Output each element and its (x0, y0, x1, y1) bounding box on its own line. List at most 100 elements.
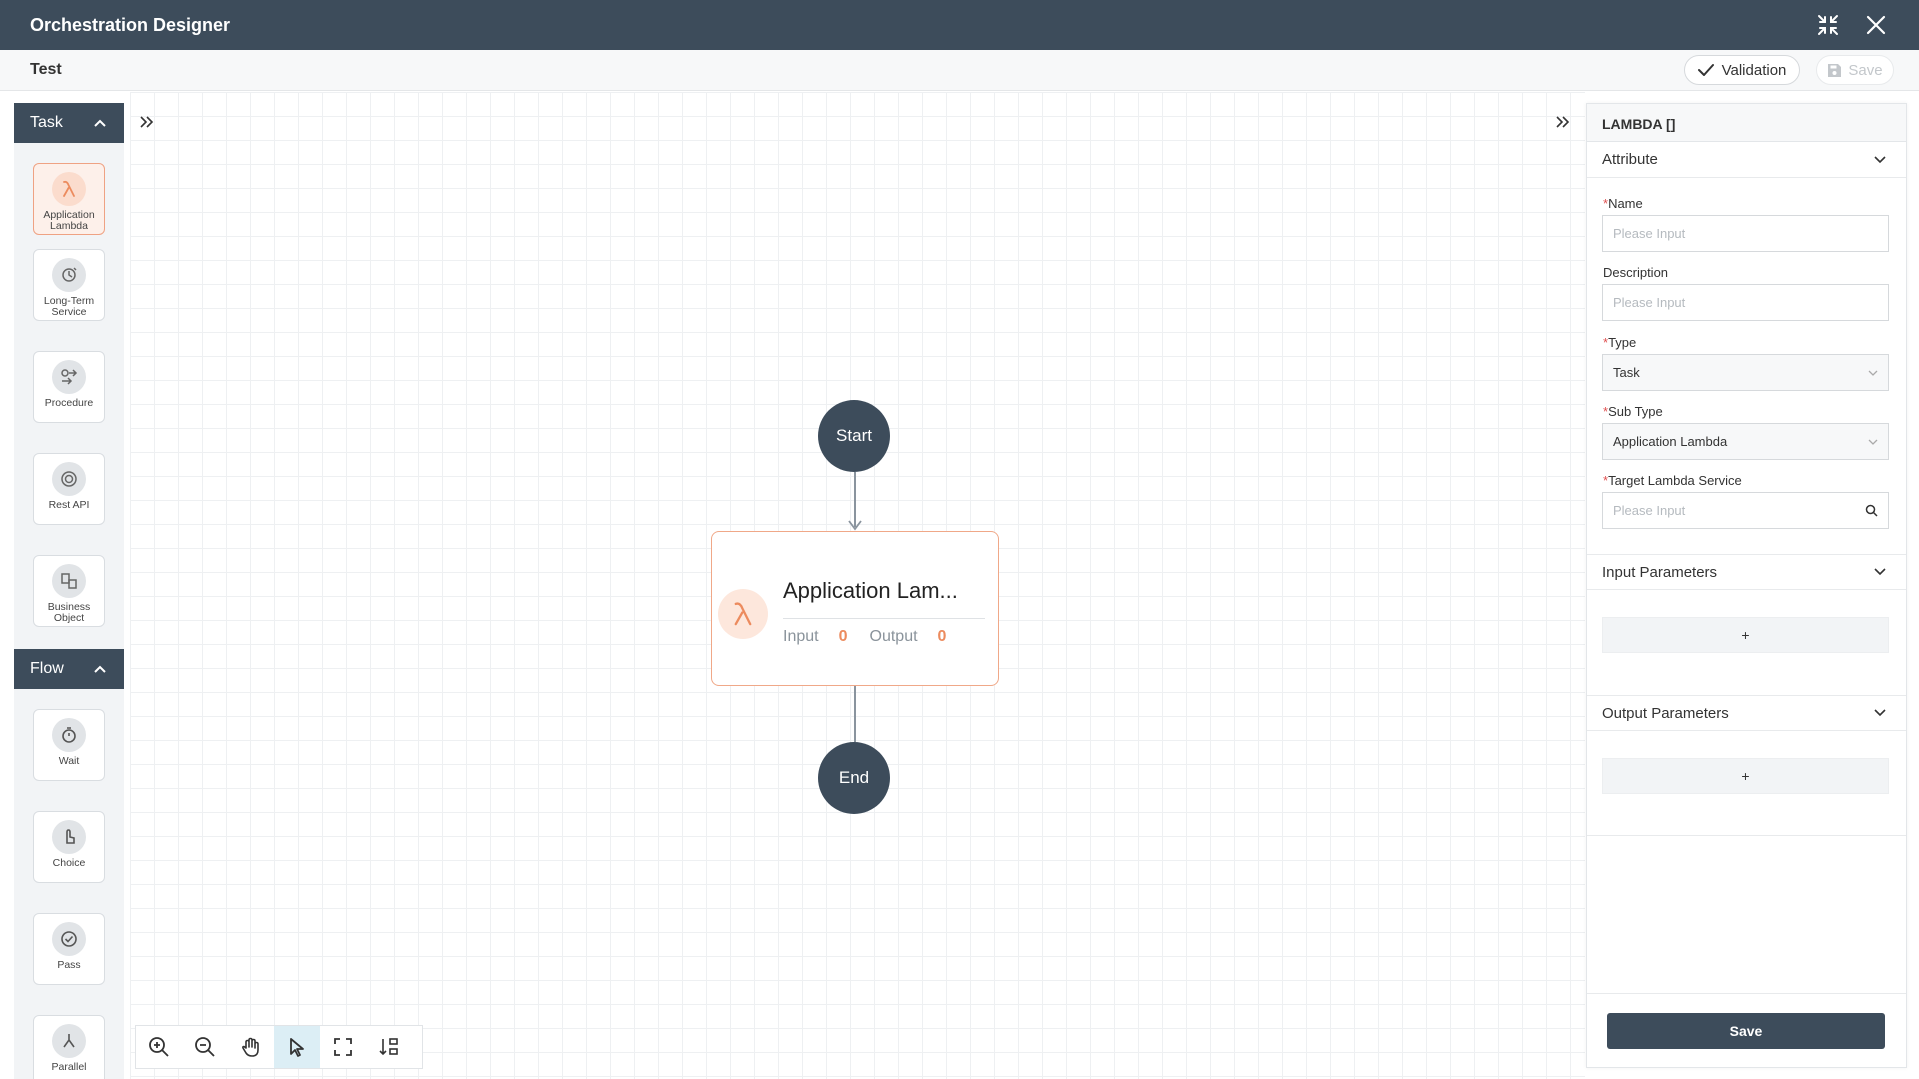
output-parameters-label: Output Parameters (1602, 704, 1729, 722)
add-output-parameter-button[interactable]: + (1602, 758, 1889, 794)
chevron-up-icon (94, 119, 106, 127)
long-term-service-icon (52, 258, 86, 292)
chevron-down-icon (1874, 709, 1886, 717)
connector-line (854, 686, 856, 742)
palette-item-label: Business Object (47, 601, 91, 624)
save-icon (1828, 63, 1842, 77)
add-label: + (1741, 768, 1750, 784)
palette-item-label: Choice (52, 857, 86, 869)
sub-type-select[interactable]: Application Lambda (1602, 423, 1889, 460)
palette-item-label: Procedure (44, 397, 94, 409)
name-input[interactable]: Please Input (1602, 215, 1889, 252)
chevron-down-icon (1874, 155, 1886, 163)
footer-divider (1587, 993, 1906, 994)
designer-header: Test Validation Save (0, 50, 1919, 91)
select-pointer-icon[interactable] (274, 1026, 320, 1068)
palette-item-label: Pass (57, 959, 81, 971)
palette-item-label: Rest API (48, 499, 90, 511)
type-select[interactable]: Task (1602, 354, 1889, 391)
parallel-icon (52, 1024, 86, 1058)
section-divider (1587, 835, 1906, 836)
output-label: Output (869, 628, 918, 645)
palette-item-wait[interactable]: Wait (33, 709, 105, 781)
choice-icon (52, 820, 86, 854)
type-field-label: *Type (1603, 335, 1636, 350)
description-label-text: Description (1603, 265, 1669, 280)
target-label-text: Target Lambda Service (1608, 473, 1742, 488)
task-section-header[interactable]: Task (14, 103, 124, 143)
lambda-icon (718, 589, 768, 639)
panel-title: LAMBDA [] (1587, 104, 1906, 142)
type-select-value: Task (1613, 365, 1640, 380)
window-title: Orchestration Designer (30, 14, 231, 35)
description-placeholder: Please Input (1613, 295, 1686, 310)
type-label-text: Type (1608, 335, 1637, 350)
palette-item-label: Parallel (51, 1061, 87, 1073)
chevron-down-icon (1868, 370, 1878, 376)
save-button-disabled[interactable]: Save (1816, 55, 1894, 85)
flow-section-label: Flow (30, 660, 64, 677)
check-circle-icon (52, 922, 86, 956)
start-node-label: Start (836, 426, 872, 445)
zoom-in-icon[interactable] (136, 1026, 182, 1068)
input-parameters-section-header[interactable]: Input Parameters (1587, 554, 1906, 590)
panel-save-button[interactable]: Save (1607, 1013, 1885, 1049)
name-label-text: Name (1608, 196, 1643, 211)
palette-item-procedure[interactable]: Procedure (33, 351, 105, 423)
chevron-up-icon (94, 665, 106, 673)
end-node[interactable]: End (818, 742, 890, 814)
add-label: + (1741, 627, 1750, 643)
close-icon[interactable] (1861, 10, 1891, 40)
timer-icon (52, 718, 86, 752)
target-lambda-field-label: *Target Lambda Service (1603, 473, 1742, 488)
check-icon (1697, 64, 1714, 76)
description-input[interactable]: Please Input (1602, 284, 1889, 321)
sub-type-field-label: *Sub Type (1603, 404, 1663, 419)
attribute-section-header[interactable]: Attribute (1587, 142, 1906, 178)
pan-hand-icon[interactable] (228, 1026, 274, 1068)
palette-item-long-term-service[interactable]: Long-Term Service (33, 249, 105, 321)
search-icon[interactable] (1865, 504, 1878, 517)
palette-item-choice[interactable]: Choice (33, 811, 105, 883)
procedure-icon (52, 360, 86, 394)
flow-name: Test (30, 61, 62, 78)
collapse-window-icon[interactable] (1813, 10, 1843, 40)
start-node[interactable]: Start (818, 400, 890, 472)
lambda-icon (52, 172, 86, 206)
input-label: Input (783, 628, 819, 645)
task-node-application-lambda[interactable]: Application Lam... Input 0 Output 0 (711, 531, 999, 686)
api-icon (52, 462, 86, 496)
validation-label: Validation (1721, 61, 1787, 79)
palette-item-application-lambda[interactable]: Application Lambda (33, 163, 105, 235)
component-palette: Task Application Lambda Long-Term Servic… (14, 103, 124, 1079)
save-label: Save (1848, 61, 1883, 79)
output-parameters-section-header[interactable]: Output Parameters (1587, 695, 1906, 731)
task-node-title: Application Lam... (783, 578, 958, 603)
task-node-divider (783, 618, 985, 619)
target-lambda-service-input[interactable]: Please Input (1602, 492, 1889, 529)
input-count: 0 (838, 628, 848, 645)
validation-button[interactable]: Validation (1684, 55, 1800, 85)
zoom-out-icon[interactable] (182, 1026, 228, 1068)
canvas-toolbar (135, 1025, 423, 1069)
attribute-section-label: Attribute (1602, 151, 1658, 168)
name-field-label: *Name (1603, 196, 1643, 211)
task-node-io: Input 0 Output 0 (783, 628, 958, 646)
palette-item-business-object[interactable]: Business Object (33, 555, 105, 627)
fit-screen-icon[interactable] (320, 1026, 366, 1068)
name-placeholder: Please Input (1613, 226, 1686, 241)
expand-palette-icon[interactable] (135, 110, 159, 134)
expand-panel-icon[interactable] (1551, 110, 1575, 134)
palette-item-rest-api[interactable]: Rest API (33, 453, 105, 525)
palette-item-parallel[interactable]: Parallel (33, 1015, 105, 1079)
palette-item-pass[interactable]: Pass (33, 913, 105, 985)
sub-type-select-value: Application Lambda (1613, 434, 1728, 449)
flow-section-header[interactable]: Flow (14, 649, 124, 689)
end-node-label: End (838, 768, 870, 787)
auto-layout-icon[interactable] (366, 1026, 412, 1068)
input-parameters-label: Input Parameters (1602, 563, 1718, 581)
sub-type-label-text: Sub Type (1608, 404, 1663, 419)
business-object-icon (52, 564, 86, 598)
add-input-parameter-button[interactable]: + (1602, 617, 1889, 653)
chevron-down-icon (1868, 439, 1878, 445)
